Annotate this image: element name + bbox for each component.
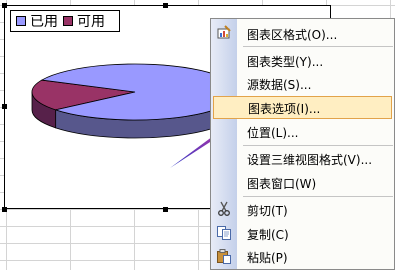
scissors-icon: [216, 201, 232, 217]
menu-label-chart-type: 图表类型(Y)...: [247, 55, 324, 69]
menu-separator: [243, 145, 393, 146]
pie-plot[interactable]: [31, 63, 239, 139]
menu-item-chart-type[interactable]: 图表类型(Y)...: [211, 49, 394, 72]
menu-label-chart-area-format: 图表区格式(O)...: [247, 28, 338, 42]
menu-separator: [243, 196, 393, 197]
menu-separator: [243, 46, 393, 47]
menu-item-copy[interactable]: 复制(C): [211, 222, 394, 245]
menu-item-location[interactable]: 位置(L)...: [211, 120, 394, 143]
menu-item-cut[interactable]: 剪切(T): [211, 198, 394, 221]
menu-item-chart-window[interactable]: 图表窗口(W): [211, 171, 394, 194]
menu-item-3d-view[interactable]: 设置三维视图格式(V)...: [211, 147, 394, 170]
menu-label-cut: 剪切(T): [247, 204, 288, 218]
menu-item-chart-options[interactable]: 图表选项(I)...: [213, 96, 392, 119]
menu-label-copy: 复制(C): [247, 228, 289, 242]
menu-item-paste[interactable]: 粘贴(P): [211, 245, 394, 268]
menu-label-chart-window: 图表窗口(W): [247, 177, 317, 191]
menu-label-location: 位置(L)...: [247, 126, 299, 140]
menu-label-chart-options: 图表选项(I)...: [248, 102, 321, 116]
menu-item-chart-area-format[interactable]: 图表区格式(O)...: [211, 22, 394, 45]
chart-area-format-icon: [216, 25, 232, 41]
context-menu[interactable]: 图表区格式(O)... 图表类型(Y)... 源数据(S)... 图表选项(I)…: [210, 18, 395, 270]
paste-icon: [216, 248, 232, 264]
copy-icon: [216, 225, 232, 241]
menu-label-source-data: 源数据(S)...: [247, 78, 312, 92]
menu-label-3d-view: 设置三维视图格式(V)...: [247, 153, 373, 167]
menu-label-paste: 粘贴(P): [247, 251, 288, 265]
menu-item-source-data[interactable]: 源数据(S)...: [211, 72, 394, 95]
